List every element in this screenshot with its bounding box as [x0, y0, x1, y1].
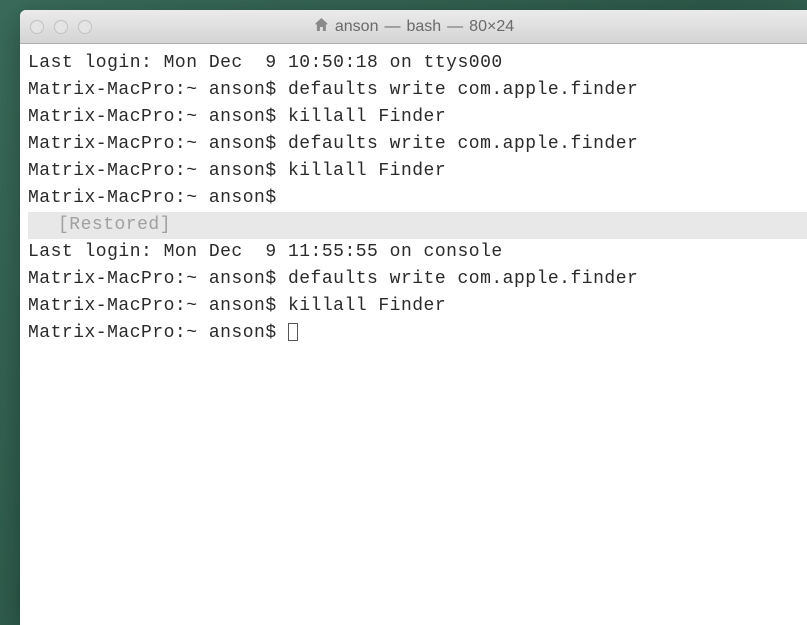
traffic-lights — [30, 20, 92, 34]
terminal-line: Matrix-MacPro:~ anson$ defaults write co… — [28, 266, 807, 293]
titlebar[interactable]: anson — bash — 80×24 — [20, 10, 807, 44]
window-title: anson — bash — 80×24 — [313, 17, 514, 37]
terminal-line: Matrix-MacPro:~ anson$ killall Finder — [28, 158, 807, 185]
terminal-line: Last login: Mon Dec 9 10:50:18 on ttys00… — [28, 50, 807, 77]
restored-marker: [Restored] — [28, 212, 807, 239]
title-user: anson — [335, 18, 379, 36]
minimize-button[interactable] — [54, 20, 68, 34]
terminal-window: anson — bash — 80×24 Last login: Mon Dec… — [20, 10, 807, 625]
title-sep1: — — [384, 18, 400, 36]
terminal-line: Matrix-MacPro:~ anson$ defaults write co… — [28, 77, 807, 104]
terminal-body[interactable]: Last login: Mon Dec 9 10:50:18 on ttys00… — [20, 44, 807, 625]
terminal-line: Last login: Mon Dec 9 11:55:55 on consol… — [28, 239, 807, 266]
maximize-button[interactable] — [78, 20, 92, 34]
terminal-line: Matrix-MacPro:~ anson$ defaults write co… — [28, 131, 807, 158]
terminal-line: Matrix-MacPro:~ anson$ killall Finder — [28, 293, 807, 320]
cursor — [288, 323, 298, 341]
prompt-text: Matrix-MacPro:~ anson$ — [28, 323, 288, 343]
prompt-line[interactable]: Matrix-MacPro:~ anson$ — [28, 320, 807, 347]
close-button[interactable] — [30, 20, 44, 34]
title-sep2: — — [447, 18, 463, 36]
terminal-line: Matrix-MacPro:~ anson$ — [28, 185, 807, 212]
home-icon — [313, 17, 329, 37]
terminal-line: Matrix-MacPro:~ anson$ killall Finder — [28, 104, 807, 131]
title-size: 80×24 — [469, 18, 514, 36]
title-shell: bash — [406, 18, 441, 36]
